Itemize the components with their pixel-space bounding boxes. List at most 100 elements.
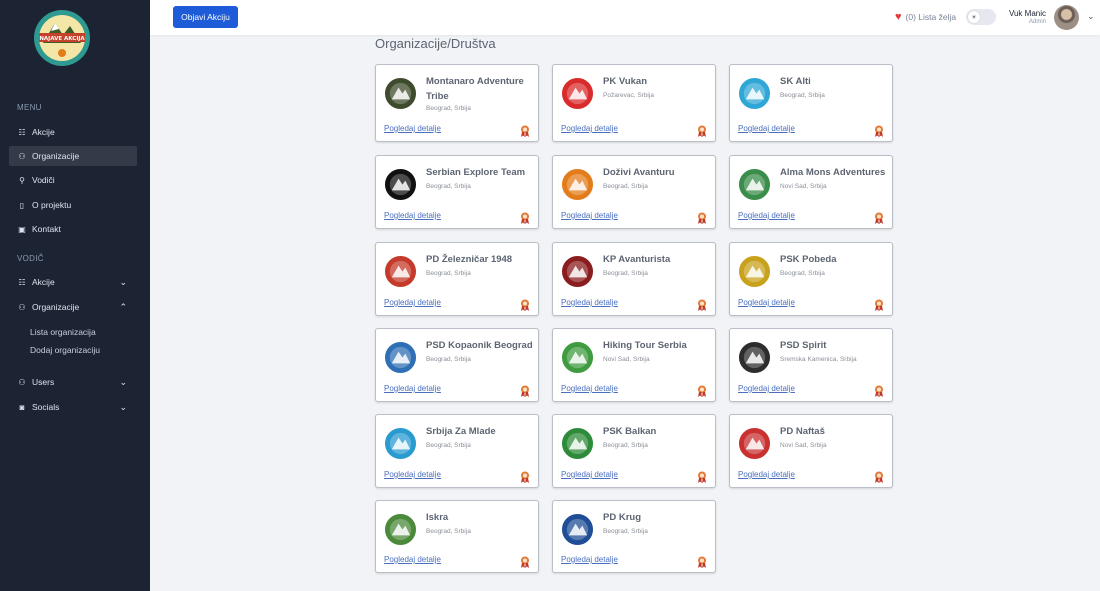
view-details-link[interactable]: Pogledaj detalje	[561, 211, 618, 220]
organization-location: Beograd, Srbija	[603, 528, 648, 535]
view-details-link[interactable]: Pogledaj detalje	[561, 470, 618, 479]
page-title: Organizacije/Društva	[375, 36, 496, 51]
organization-logo	[738, 77, 771, 110]
award-icon[interactable]	[697, 125, 707, 137]
organization-card[interactable]: Doživi Avanturu Beograd, Srbija Pogledaj d…	[552, 155, 716, 229]
organization-name: Srbija Za Mlade	[426, 426, 496, 437]
organization-card[interactable]: Alma Mons Adventures Novi Sad, Srbija Pogl…	[729, 155, 893, 229]
award-icon[interactable]	[697, 556, 707, 568]
organization-card[interactable]: Hiking Tour Serbia Novi Sad, Srbija Pogled…	[552, 328, 716, 402]
award-icon[interactable]	[874, 212, 884, 224]
sidebar-item-vodici[interactable]: ⚲ Vodiči	[9, 170, 137, 190]
award-icon[interactable]	[697, 471, 707, 483]
organization-card[interactable]: PSD Kopaonik Beograd Beograd, Srbija Pogle…	[375, 328, 539, 402]
award-icon[interactable]	[520, 556, 530, 568]
view-details-link[interactable]: Pogledaj detalje	[738, 470, 795, 479]
view-details-link[interactable]: Pogledaj detalje	[738, 384, 795, 393]
view-details-link[interactable]: Pogledaj detalje	[384, 470, 441, 479]
view-details-link[interactable]: Pogledaj detalje	[561, 298, 618, 307]
svg-text:NAJAVE AKCIJA: NAJAVE AKCIJA	[39, 36, 85, 42]
organization-card[interactable]: PSD Spirit Sremska Kamenica, Srbija Pogled…	[729, 328, 893, 402]
sidebar-item-kontakt[interactable]: ▣ Kontakt	[9, 219, 137, 239]
organization-logo	[561, 341, 594, 374]
sidebar-item-akcije[interactable]: ☷ Akcije	[9, 122, 137, 142]
organization-location: Beograd, Srbija	[426, 356, 471, 363]
award-icon[interactable]	[520, 385, 530, 397]
award-icon[interactable]	[520, 299, 530, 311]
organization-location: Beograd, Srbija	[603, 183, 648, 190]
sub-item-lista-organizacija[interactable]: Lista organizacija	[30, 327, 96, 337]
view-details-link[interactable]: Pogledaj detalje	[384, 298, 441, 307]
contact-icon: ▣	[18, 224, 26, 234]
organization-logo	[384, 513, 417, 546]
organization-name: PSK Pobeda	[780, 254, 837, 265]
view-details-link[interactable]: Pogledaj detalje	[561, 384, 618, 393]
sidebar-item-o-projektu[interactable]: ▯ O projektu	[9, 195, 137, 215]
wishlist-link[interactable]: ♥ (0) Lista želja	[895, 11, 956, 23]
view-details-link[interactable]: Pogledaj detalje	[561, 555, 618, 564]
organization-card[interactable]: Serbian Explore Team Beograd, Srbija Pogle…	[375, 155, 539, 229]
view-details-link[interactable]: Pogledaj detalje	[561, 124, 618, 133]
objavi-akciju-button[interactable]: Objavi Akciju	[173, 6, 238, 28]
organization-location: Novi Sad, Srbija	[780, 442, 827, 449]
organization-card[interactable]: PD Krug Beograd, Srbija Pogledaj detalje	[552, 500, 716, 573]
view-details-link[interactable]: Pogledaj detalje	[738, 211, 795, 220]
organization-card[interactable]: PD Železničar 1948 Beograd, Srbija Pogleda…	[375, 242, 539, 316]
chevron-down-icon: ⌄	[119, 376, 127, 387]
organization-logo	[738, 427, 771, 460]
organization-card[interactable]: Iskra Beograd, Srbija Pogledaj detalje	[375, 500, 539, 573]
view-details-link[interactable]: Pogledaj detalje	[384, 211, 441, 220]
avatar[interactable]	[1054, 5, 1079, 30]
award-icon[interactable]	[697, 385, 707, 397]
award-icon[interactable]	[520, 125, 530, 137]
sidebar-item-label: Kontakt	[32, 224, 61, 234]
organization-card[interactable]: PK Vukan Požarevac, Srbija Pogledaj detalj…	[552, 64, 716, 142]
chevron-down-icon: ⌄	[119, 276, 127, 287]
award-icon[interactable]	[874, 471, 884, 483]
users-icon: ⚇	[18, 302, 26, 312]
organization-location: Beograd, Srbija	[603, 442, 648, 449]
chevron-up-icon: ⌃	[119, 301, 127, 312]
award-icon[interactable]	[520, 471, 530, 483]
organization-card[interactable]: Montanaro Adventure Tribe Beograd, Srbija…	[375, 64, 539, 142]
organization-logo	[561, 77, 594, 110]
view-details-link[interactable]: Pogledaj detalje	[738, 298, 795, 307]
view-details-link[interactable]: Pogledaj detalje	[384, 124, 441, 133]
organization-logo	[561, 513, 594, 546]
award-icon[interactable]	[874, 385, 884, 397]
sidebar-item-users[interactable]: ⚇ Users ⌄	[9, 372, 137, 392]
list-icon: ☷	[18, 127, 26, 137]
award-icon[interactable]	[520, 212, 530, 224]
sidebar-item-organizacije[interactable]: ⚇ Organizacije	[9, 146, 137, 166]
sub-item-dodaj-organizaciju[interactable]: Dodaj organizaciju	[30, 345, 100, 355]
sidebar-item-label: Users	[32, 377, 55, 387]
sidebar-item-vodic-akcije[interactable]: ☷ Akcije ⌄	[9, 272, 137, 292]
award-icon[interactable]	[697, 212, 707, 224]
organization-card[interactable]: Srbija Za Mlade Beograd, Srbija Pogledaj d…	[375, 414, 539, 488]
view-details-link[interactable]: Pogledaj detalje	[384, 555, 441, 564]
award-icon[interactable]	[874, 125, 884, 137]
organization-location: Sremska Kamenica, Srbija	[780, 356, 857, 363]
organization-card[interactable]: PD Naftaš Novi Sad, Srbija Pogledaj detalj…	[729, 414, 893, 488]
organization-card[interactable]: SK Alti Beograd, Srbija Pogledaj detalje	[729, 64, 893, 142]
organization-logo	[384, 168, 417, 201]
organization-logo	[561, 168, 594, 201]
najave-akcija-logo[interactable]: NAJAVE AKCIJA	[33, 9, 91, 67]
organization-card[interactable]: PSK Balkan Beograd, Srbija Pogledaj detalj…	[552, 414, 716, 488]
organization-card[interactable]: PSK Pobeda Beograd, Srbija Pogledaj detalj…	[729, 242, 893, 316]
organization-logo	[738, 168, 771, 201]
award-icon[interactable]	[697, 299, 707, 311]
view-details-link[interactable]: Pogledaj detalje	[738, 124, 795, 133]
organization-name: SK Alti	[780, 76, 811, 87]
organization-name: PD Krug	[603, 512, 641, 523]
dark-mode-toggle[interactable]: ☀	[966, 9, 996, 25]
organization-card[interactable]: KP Avanturista Beograd, Srbija Pogledaj de…	[552, 242, 716, 316]
chevron-down-icon[interactable]: ⌄	[1087, 11, 1095, 22]
view-details-link[interactable]: Pogledaj detalje	[384, 384, 441, 393]
award-icon[interactable]	[874, 299, 884, 311]
sidebar-item-vodic-organizacije[interactable]: ⚇ Organizacije ⌃	[9, 297, 137, 317]
top-header: Objavi Akciju ♥ (0) Lista želja ☀ Vuk Ma…	[150, 0, 1100, 35]
sidebar: NAJAVE AKCIJA MENU ☷ Akcije ⚇ Organizaci…	[0, 0, 150, 591]
sidebar-item-socials[interactable]: ◙ Socials ⌄	[9, 397, 137, 417]
organization-location: Beograd, Srbija	[603, 270, 648, 277]
